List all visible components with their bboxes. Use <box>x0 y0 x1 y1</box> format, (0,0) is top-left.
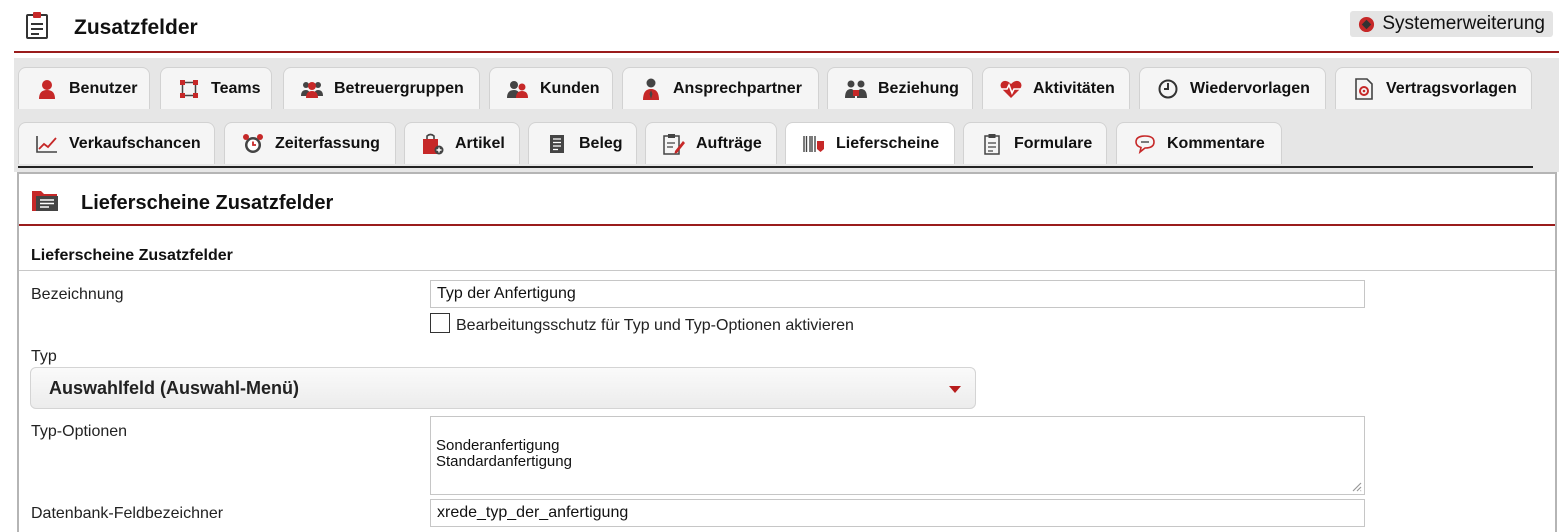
edit-protection-checkbox[interactable] <box>430 313 450 333</box>
bezeichnung-input[interactable] <box>430 280 1365 308</box>
tab-label: Betreuergruppen <box>334 79 464 97</box>
panel-header-divider <box>19 224 1555 226</box>
folder-document-icon <box>31 188 61 217</box>
panel-title: Lieferscheine Zusatzfelder <box>81 192 334 214</box>
tab-label: Ansprechpartner <box>673 79 802 97</box>
section-divider <box>19 270 1555 271</box>
contact-person-icon <box>639 77 663 101</box>
section-title: Lieferscheine Zusatzfelder <box>31 247 233 264</box>
typ-optionen-textarea[interactable]: Sonderanfertigung Standardanfertigung <box>430 416 1365 495</box>
tab-benutzer[interactable]: Benutzer <box>18 67 150 109</box>
page-title: Zusatzfelder <box>74 16 198 39</box>
user-icon <box>35 77 59 101</box>
typ-optionen-value: Sonderanfertigung Standardanfertigung <box>436 437 572 470</box>
tab-lieferscheine[interactable]: Lieferscheine <box>785 122 955 164</box>
tab-formulare[interactable]: Formulare <box>963 122 1107 164</box>
tab-label: Vertragsvorlagen <box>1386 79 1517 97</box>
tab-label: Verkaufschancen <box>69 134 201 152</box>
alarm-clock-icon <box>241 132 265 156</box>
tab-label: Formulare <box>1014 134 1093 152</box>
contract-document-icon <box>1352 77 1376 101</box>
heart-pulse-icon <box>999 77 1023 101</box>
clipboard-edit-icon <box>662 132 686 156</box>
tab-label: Kommentare <box>1167 134 1265 152</box>
clock-icon <box>1156 77 1180 101</box>
comments-icon <box>1133 132 1157 156</box>
db-feldbezeichner-label: Datenbank-Feldbezeichner <box>31 505 224 522</box>
db-feldbezeichner-input[interactable] <box>430 499 1365 527</box>
clipboard-icon <box>26 11 48 44</box>
header-divider <box>14 51 1559 53</box>
tab-wiedervorlagen[interactable]: Wiedervorlagen <box>1139 67 1326 109</box>
tab-zeiterfassung[interactable]: Zeiterfassung <box>224 122 396 164</box>
tab-row-divider <box>18 166 1533 168</box>
tab-kommentare[interactable]: Kommentare <box>1116 122 1282 164</box>
form-icon <box>980 132 1004 156</box>
document-icon <box>545 132 569 156</box>
tab-kunden[interactable]: Kunden <box>489 67 613 109</box>
bezeichnung-label: Bezeichnung <box>31 286 124 303</box>
tab-label: Aufträge <box>696 134 762 152</box>
tab-ansprechpartner[interactable]: Ansprechpartner <box>622 67 819 109</box>
tab-bar: Benutzer Teams Betreuergruppen Kunden An… <box>14 58 1559 172</box>
line-chart-icon <box>35 132 59 156</box>
tab-label: Wiedervorlagen <box>1190 79 1310 97</box>
tab-beziehung[interactable]: Beziehung <box>827 67 973 109</box>
tab-label: Kunden <box>540 79 600 97</box>
barcode-icon <box>802 132 826 156</box>
customers-icon <box>506 77 530 101</box>
typ-select-value: Auswahlfeld (Auswahl-Menü) <box>49 377 300 398</box>
system-extension-label: Systemerweiterung <box>1382 13 1545 34</box>
group-icon <box>300 77 324 101</box>
tab-label: Beziehung <box>878 79 959 97</box>
chevron-down-icon <box>949 386 961 393</box>
tab-teams[interactable]: Teams <box>160 67 272 109</box>
tab-auftraege[interactable]: Aufträge <box>645 122 777 164</box>
relationship-icon <box>844 77 868 101</box>
typ-select[interactable]: Auswahlfeld (Auswahl-Menü) <box>30 367 976 409</box>
typ-label: Typ <box>31 348 57 365</box>
tab-label: Zeiterfassung <box>275 134 380 152</box>
tab-label: Artikel <box>455 134 505 152</box>
tab-label: Lieferscheine <box>836 134 940 152</box>
tab-label: Benutzer <box>69 79 138 97</box>
team-nodes-icon <box>177 77 201 101</box>
tab-beleg[interactable]: Beleg <box>528 122 637 164</box>
system-extension-icon <box>1359 16 1375 32</box>
tab-aktivitaeten[interactable]: Aktivitäten <box>982 67 1130 109</box>
shopping-bag-icon <box>421 132 445 156</box>
tab-verkaufschancen[interactable]: Verkaufschancen <box>18 122 215 164</box>
resize-grip-icon[interactable] <box>1352 482 1362 492</box>
edit-protection-label: Bearbeitungsschutz für Typ und Typ-Optio… <box>456 317 854 334</box>
system-extension-button[interactable]: Systemerweiterung <box>1350 11 1553 37</box>
panel-header: Lieferscheine Zusatzfelder <box>19 174 1555 226</box>
form-panel: Lieferscheine Zusatzfelder Lieferscheine… <box>17 172 1557 532</box>
tab-label: Teams <box>211 79 261 97</box>
tab-vertragsvorlagen[interactable]: Vertragsvorlagen <box>1335 67 1532 109</box>
tab-betreuergruppen[interactable]: Betreuergruppen <box>283 67 480 109</box>
typ-optionen-label: Typ-Optionen <box>31 423 128 440</box>
app-header: Zusatzfelder Systemerweiterung <box>0 0 1559 54</box>
tab-label: Aktivitäten <box>1033 79 1115 97</box>
tab-label: Beleg <box>579 134 623 152</box>
tab-artikel[interactable]: Artikel <box>404 122 520 164</box>
